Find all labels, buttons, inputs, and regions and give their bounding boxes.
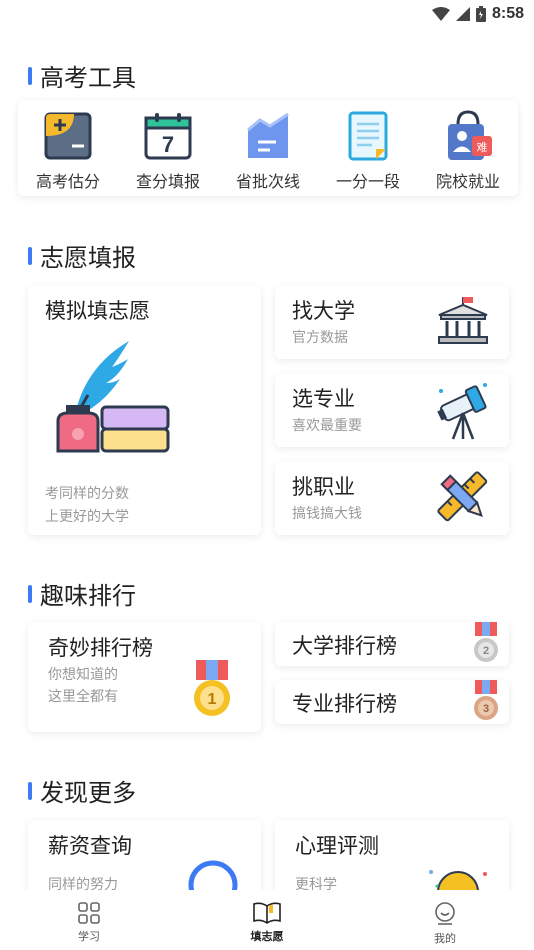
section-accent-bar — [28, 781, 32, 800]
tool-score-check[interactable]: 7 查分填报 — [123, 100, 213, 196]
university-building-icon — [438, 297, 488, 344]
calculator-icon — [44, 112, 92, 160]
calendar-icon: 7 — [144, 113, 192, 160]
pick-career-card[interactable]: 挑职业 搞钱搞大钱 — [275, 461, 509, 535]
battery-icon — [475, 6, 486, 22]
find-university-sub: 官方数据 — [292, 330, 348, 346]
section-title-text: 发现更多 — [40, 779, 136, 807]
mock-fill-line2: 上更好的大学 — [45, 509, 129, 525]
tool-batch-line[interactable]: 省批次线 — [223, 100, 313, 196]
tool-label: 一分一段 — [335, 172, 400, 191]
medal-number: 1 — [208, 691, 217, 708]
grid-icon — [78, 902, 100, 924]
section-title-discover: 发现更多 — [28, 773, 136, 808]
section-title-ranking: 趣味排行 — [28, 576, 136, 611]
tool-college-employment[interactable]: 难 院校就业 — [423, 100, 513, 196]
pick-career-title: 挑职业 — [292, 475, 355, 499]
section-accent-bar — [28, 584, 32, 603]
major-ranking-title: 专业排行榜 — [292, 692, 397, 716]
silver-medal-icon: 2 — [474, 622, 498, 662]
choose-major-title: 选专业 — [292, 387, 355, 411]
university-ranking-title: 大学排行榜 — [292, 634, 397, 658]
wonder-ranking-card[interactable]: 奇妙排行榜 你想知道的 这里全都有 1 — [28, 622, 261, 732]
medal-number: 3 — [483, 703, 489, 715]
section-title-text: 志愿填报 — [40, 244, 136, 272]
user-icon — [435, 902, 455, 925]
major-ranking-card[interactable]: 专业排行榜 3 — [275, 680, 509, 724]
gold-medal-icon: 1 — [194, 660, 230, 716]
section-accent-bar — [28, 66, 32, 85]
mock-fill-line1: 考同样的分数 — [45, 486, 129, 502]
ink-quill-books-icon — [56, 341, 170, 453]
find-university-title: 找大学 — [292, 299, 355, 323]
mock-fill-card[interactable]: 模拟填志愿 考同样的分数 上更好的大学 — [28, 285, 261, 535]
bottom-nav: 学习 填志愿 我的 — [0, 890, 534, 950]
wonder-ranking-line2: 这里全都有 — [48, 689, 118, 705]
section-title-text: 高考工具 — [40, 64, 136, 92]
tool-score-segment[interactable]: 一分一段 — [323, 100, 413, 196]
wonder-ranking-line1: 你想知道的 — [48, 667, 118, 683]
section-title-volunteer: 志愿填报 — [28, 238, 136, 273]
medal-number: 2 — [483, 645, 489, 657]
section-title-text: 趣味排行 — [40, 582, 136, 610]
tool-label: 院校就业 — [435, 172, 500, 191]
badge-text: 难 — [477, 141, 488, 154]
status-time: 8:58 — [491, 5, 524, 22]
id-badge-icon: 难 — [448, 110, 492, 160]
wonder-ranking-title: 奇妙排行榜 — [48, 636, 153, 660]
nav-label: 我的 — [434, 932, 456, 945]
tool-label: 省批次线 — [235, 172, 300, 191]
university-ranking-card[interactable]: 大学排行榜 2 — [275, 622, 509, 666]
nav-label: 填志愿 — [250, 930, 284, 943]
nav-fill-volunteer[interactable]: 填志愿 — [222, 902, 312, 944]
status-icons: 8:58 — [431, 5, 524, 23]
pencil-ruler-icon — [437, 471, 488, 522]
salary-query-title: 薪资查询 — [48, 834, 132, 858]
tool-label: 查分填报 — [135, 172, 200, 191]
calendar-number: 7 — [162, 132, 174, 157]
bronze-medal-icon: 3 — [474, 680, 498, 720]
status-bar: 8:58 — [0, 0, 534, 30]
telescope-icon — [437, 383, 487, 440]
find-university-card[interactable]: 找大学 官方数据 — [275, 285, 509, 359]
nav-mine[interactable]: 我的 — [400, 902, 490, 946]
wifi-icon — [431, 7, 450, 21]
tool-label: 高考估分 — [35, 172, 100, 191]
psych-test-title: 心理评测 — [295, 834, 379, 858]
choose-major-card[interactable]: 选专业 喜欢最重要 — [275, 373, 509, 447]
section-accent-bar — [28, 246, 32, 265]
nav-study[interactable]: 学习 — [44, 902, 134, 944]
signal-icon — [455, 7, 470, 21]
section-title-tools: 高考工具 — [28, 58, 136, 93]
mock-fill-title: 模拟填志愿 — [45, 299, 150, 323]
book-icon — [253, 902, 281, 924]
chart-document-icon — [247, 112, 289, 158]
pick-career-sub: 搞钱搞大钱 — [292, 506, 362, 522]
tools-card: 高考估分 7 查分填报 省批次线 一分一段 难 院校就业 — [18, 100, 518, 196]
choose-major-sub: 喜欢最重要 — [292, 418, 362, 434]
notepad-icon — [348, 111, 388, 161]
tool-score-estimate[interactable]: 高考估分 — [23, 100, 113, 196]
nav-label: 学习 — [78, 930, 100, 943]
